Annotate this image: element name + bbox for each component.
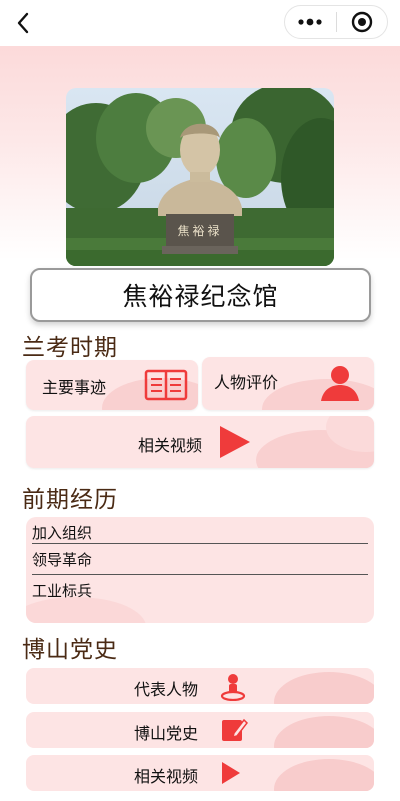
boshan-videos-card[interactable]: 相关视频: [26, 755, 374, 791]
target-close-icon: [351, 11, 372, 33]
section-title-lankao: 兰考时期: [22, 335, 118, 361]
evaluation-card[interactable]: 人物评价: [202, 357, 374, 410]
memorial-statue-image: 焦裕禄: [66, 88, 334, 266]
close-button[interactable]: [336, 5, 387, 39]
main-deeds-card[interactable]: 主要事迹: [26, 360, 198, 410]
representative-figures-card[interactable]: 代表人物: [26, 668, 374, 704]
statue-plaque-text: 焦裕禄: [177, 224, 223, 238]
play-icon: [222, 762, 240, 784]
play-icon: [220, 426, 250, 458]
evaluation-label: 人物评价: [214, 373, 279, 392]
edit-document-icon: [222, 718, 248, 741]
lankao-videos-card[interactable]: 相关视频: [26, 416, 374, 468]
more-dots-icon: [298, 18, 322, 26]
top-bar: [0, 0, 400, 46]
back-button[interactable]: [8, 8, 38, 38]
boshan-history-card[interactable]: 博山党史: [26, 712, 374, 748]
representative-figures-label: 代表人物: [134, 680, 199, 699]
person-icon: [321, 366, 359, 401]
boshan-videos-label: 相关视频: [134, 767, 199, 786]
list-item-lead-revolution[interactable]: 领导革命: [32, 544, 368, 574]
book-icon: [144, 369, 188, 401]
early-experience-list: 加入组织 领导革命 工业标兵: [26, 517, 374, 623]
lankao-videos-label: 相关视频: [138, 436, 203, 455]
mini-program-capsule: [284, 5, 388, 39]
main-deeds-label: 主要事迹: [42, 378, 107, 397]
more-button[interactable]: [285, 5, 336, 39]
memorial-hall-title: 焦裕禄纪念馆: [30, 268, 371, 322]
section-title-boshan: 博山党史: [22, 637, 118, 663]
boshan-history-label: 博山党史: [134, 724, 199, 743]
person-location-icon: [220, 674, 246, 701]
section-title-early: 前期经历: [22, 487, 118, 513]
chevron-left-icon: [17, 12, 29, 34]
